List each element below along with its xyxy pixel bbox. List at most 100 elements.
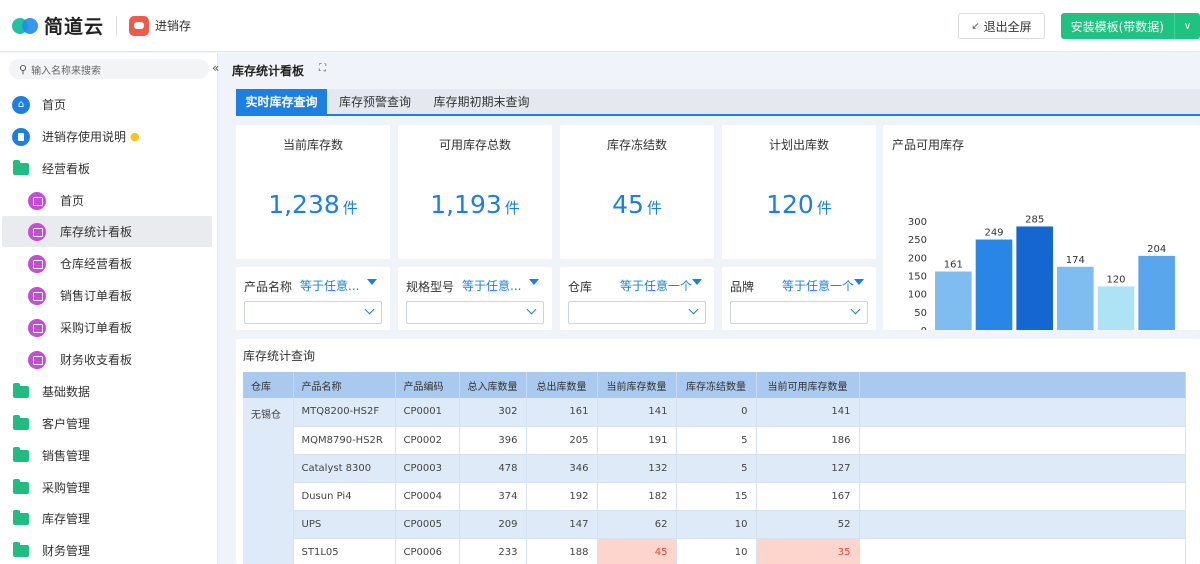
install-template-button[interactable]: 安装模板(带数据) ∨	[1060, 13, 1200, 39]
stat-card-available-stock: 可用库存总数 1,193 件	[398, 125, 552, 259]
folder-icon	[13, 414, 29, 430]
tab-period-inventory[interactable]: 库存期初期末查询	[423, 89, 540, 114]
sidebar-item-inventory-board[interactable]: 库存统计看板	[2, 216, 212, 247]
sidebar-item-business-boards[interactable]: 经营看板	[2, 153, 212, 184]
caret-down-icon[interactable]	[529, 279, 539, 285]
column-header[interactable]: 仓库	[243, 372, 294, 398]
inbound-cell: 374	[459, 482, 527, 511]
app-name[interactable]: 进销存	[155, 17, 191, 34]
table-row[interactable]: MQM8790-HS2R CP0002 396 205 191 5 186	[243, 426, 1186, 455]
stat-value: 1,238 件	[268, 190, 358, 219]
search-input[interactable]: ⚲ 输入名称来搜索	[9, 59, 209, 79]
filter-select[interactable]	[406, 301, 544, 324]
frozen-cell: 10	[676, 538, 757, 564]
caret-down-icon[interactable]	[854, 279, 864, 285]
exit-fullscreen-button[interactable]: ↙ 退出全屏	[958, 13, 1045, 39]
filter-operator[interactable]: 等于任意...	[300, 277, 359, 294]
y-tick-label: 300	[908, 217, 927, 228]
stat-label: 可用库存总数	[438, 138, 511, 152]
product-name-cell: Catalyst 8300	[293, 454, 396, 483]
y-tick-label: 200	[908, 253, 927, 264]
sidebar-item-inventory[interactable]: 库存管理	[2, 503, 212, 534]
product-name-cell: UPS	[293, 510, 396, 539]
filter-select[interactable]	[568, 301, 706, 324]
dashboard-icon	[28, 254, 46, 273]
sidebar-item-board-home[interactable]: 首页	[2, 185, 212, 216]
bar-value-label: 204	[1147, 244, 1166, 255]
sidebar-item-guide[interactable]: 进销存使用说明 ●	[2, 121, 212, 152]
filter-operator[interactable]: 等于任意一个	[782, 277, 854, 294]
header-divider	[116, 15, 118, 36]
caret-down-icon[interactable]	[692, 279, 702, 285]
table-row[interactable]: 无锡仓 MTQ8200-HS2F CP0001 302 161 141 0 14…	[243, 398, 1186, 564]
table-row[interactable]: UPS CP0005 209 147 62 10 52	[243, 510, 1186, 539]
tab-realtime-inventory[interactable]: 实时库存查询	[236, 89, 327, 114]
sidebar-item-sales[interactable]: 销售管理	[2, 440, 212, 471]
warehouse-cell: 无锡仓	[243, 398, 294, 564]
filter-operator[interactable]: 等于任意一个	[620, 277, 692, 294]
sidebar-item-finance[interactable]: 财务管理	[2, 535, 212, 564]
table-row[interactable]: ST1L05 CP0006 233 188 45 10 35	[243, 538, 1186, 564]
chevron-down-icon	[850, 304, 861, 315]
column-header[interactable]: 产品编码	[395, 372, 460, 398]
table-row[interactable]: Dusun Pi4 CP0004 374 192 182 15 167	[243, 482, 1186, 511]
sidebar-item-purchase-board[interactable]: 采购订单看板	[2, 312, 212, 343]
y-tick-label: 150	[908, 272, 927, 283]
chevron-down-icon	[526, 304, 537, 315]
current-stock-cell: 191	[597, 426, 677, 455]
chevron-down-icon[interactable]: ∨	[1174, 13, 1200, 39]
sidebar-item-base-data[interactable]: 基础数据	[2, 376, 212, 407]
dashboard-icon	[28, 318, 46, 337]
filler-cell	[859, 454, 1186, 483]
column-header[interactable]: 当前可用库存数量	[756, 372, 860, 398]
tab-inventory-alert[interactable]: 库存预警查询	[327, 89, 423, 114]
bar	[1097, 286, 1135, 330]
stat-value: 45 件	[612, 190, 662, 219]
stat-label: 当前库存数	[282, 138, 343, 152]
filter-operator[interactable]: 等于任意...	[462, 277, 521, 294]
filter-label: 规格型号	[406, 280, 455, 294]
product-name-cell: MTQ8200-HS2F	[293, 398, 396, 427]
sidebar-item-customers[interactable]: 客户管理	[2, 408, 212, 439]
filter-brand: 品牌 等于任意一个	[722, 267, 876, 330]
product-code-cell: CP0006	[395, 538, 460, 564]
product-name-cell: Dusun Pi4	[293, 482, 396, 511]
filter-label: 产品名称	[244, 280, 293, 294]
caret-down-icon[interactable]	[367, 279, 377, 285]
product-code-cell: CP0003	[395, 454, 460, 483]
frozen-cell: 5	[676, 454, 757, 483]
sidebar-item-purchasing[interactable]: 采购管理	[2, 472, 212, 503]
table-row[interactable]: Catalyst 8300 CP0003 478 346 132 5 127	[243, 454, 1186, 483]
sidebar-item-finance-board[interactable]: 财务收支看板	[2, 344, 212, 375]
sidebar-item-warehouse-board[interactable]: 仓库经营看板	[2, 248, 212, 279]
expand-icon[interactable]: ⛶	[319, 63, 326, 74]
sidebar-item-label: 首页	[42, 98, 67, 112]
y-tick-label: 0	[921, 326, 927, 330]
inbound-cell: 302	[459, 398, 527, 427]
column-header[interactable]: 当前库存数量	[597, 372, 677, 398]
filler-cell	[859, 510, 1186, 539]
sidebar-item-sales-board[interactable]: 销售订单看板	[2, 280, 212, 311]
brand-logo[interactable]: 简道云	[12, 0, 104, 52]
sidebar-item-label: 采购管理	[42, 481, 91, 495]
filter-select[interactable]	[730, 301, 868, 324]
inbound-cell: 396	[459, 426, 527, 455]
sidebar-item-label: 库存统计看板	[60, 225, 133, 239]
filter-label: 品牌	[730, 280, 755, 294]
filler-cell	[859, 398, 1186, 427]
column-header[interactable]: 产品名称	[293, 372, 396, 398]
column-header[interactable]: 总入库数量	[459, 372, 527, 398]
bar	[1057, 266, 1094, 330]
available-cell: 127	[756, 454, 860, 483]
product-code-cell: CP0004	[395, 482, 460, 511]
column-header[interactable]: 总出库数量	[526, 372, 598, 398]
column-header[interactable]: 库存冻结数量	[676, 372, 757, 398]
filter-select[interactable]	[244, 301, 382, 324]
available-cell: 35	[756, 538, 860, 564]
folder-icon	[13, 541, 29, 557]
sidebar-item-home[interactable]: ⌂ 首页	[2, 89, 212, 120]
app-icon	[129, 15, 150, 36]
filter-warehouse: 仓库 等于任意一个	[560, 267, 714, 330]
table-header-row: 仓库 产品名称 产品编码 总入库数量 总出库数量 当前库存数量 库存冻结数量 当…	[243, 372, 1186, 398]
bar	[975, 239, 1013, 330]
